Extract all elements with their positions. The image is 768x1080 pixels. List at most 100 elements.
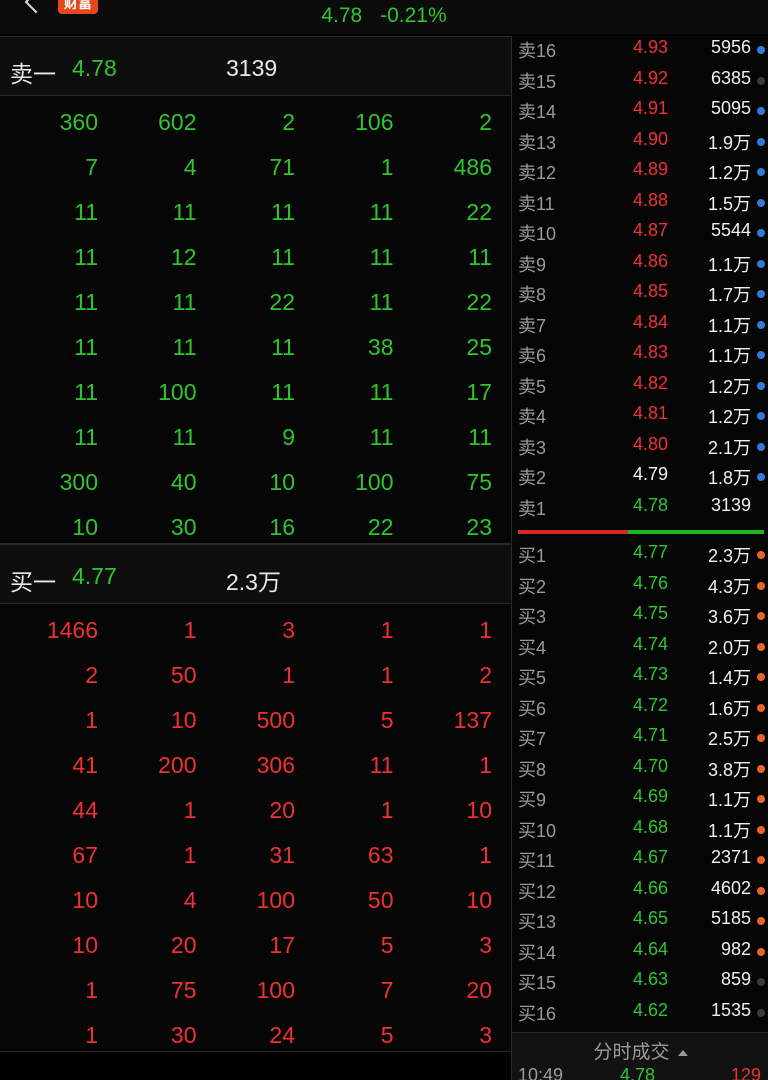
caret-up-icon [677,1049,688,1056]
sell-one-label: 卖一 [10,61,56,87]
ask-level-row[interactable]: 卖13 4.90 1.9万 [512,126,768,157]
queue-cell: 10 [269,469,295,495]
bid-level-row[interactable]: 买10 4.68 1.1万 [512,814,768,845]
queue-row: 67 1 31 63 1 [0,833,511,878]
ask-level-label: 卖3 [518,437,547,458]
bid-level-row[interactable]: 买3 4.75 3.6万 [512,600,768,631]
bid-level-row[interactable]: 买1 4.77 2.3万 [512,539,768,570]
queue-cell: 1 [479,617,492,643]
ask-level-row[interactable]: 卖5 4.82 1.2万 [512,370,768,401]
ask-level-row[interactable]: 卖16 4.93 5956 [512,34,768,65]
queue-cell: 20 [170,932,197,958]
queue-cell: 11 [74,334,98,360]
order-dot-icon [757,703,765,712]
queue-cell: 11 [74,244,98,270]
bid-level-row[interactable]: 买9 4.69 1.1万 [512,783,768,814]
bid-level-label: 买2 [518,576,547,597]
order-dot-icon [757,137,765,146]
order-dot-icon [757,734,765,742]
ask-level-volume: 5544 [710,220,751,240]
ask-level-volume: 1.7万 [707,285,751,305]
tick-price: 4.78 [620,1065,656,1080]
ask-level-price: 4.81 [632,403,668,423]
bid-level-label: 买16 [518,1003,557,1024]
bid-level-row[interactable]: 买11 4.67 2371 [512,844,768,875]
order-dot-icon [757,1008,765,1017]
queue-cell: 2 [282,109,295,135]
queue-cell: 1 [183,842,197,868]
queue-cell: 2 [479,109,492,135]
queue-cell: 9 [282,424,295,450]
bid-level-label: 买12 [518,881,557,902]
queue-cell: 38 [367,334,394,360]
tick-trades-section[interactable]: 分时成交 10:49 4.78 129 [512,1032,768,1080]
buy-one-header[interactable]: 买一 4.77 2.3万 [0,544,511,604]
queue-cell: 17 [466,379,492,405]
ask-level-row[interactable]: 卖6 4.83 1.1万 [512,339,768,370]
bid-level-price: 4.64 [632,938,668,959]
ask-level-label: 卖7 [518,315,547,336]
ask-level-row[interactable]: 卖2 4.79 1.8万 [512,461,768,492]
ask-level-row[interactable]: 卖14 4.91 5095 [512,95,768,126]
order-dot-icon [757,551,765,559]
ask-level-row[interactable]: 卖3 4.80 2.1万 [512,431,768,462]
top-bar: 财富 4.78 -0.21% [0,0,768,34]
ask-level-row[interactable]: 卖10 4.87 5544 [512,217,768,248]
queue-cell: 1 [282,662,295,688]
bid-level-row[interactable]: 买8 4.70 3.8万 [512,753,768,784]
queue-cell: 11 [271,244,295,270]
order-dot-icon [757,917,765,925]
ask-level-row[interactable]: 卖9 4.86 1.1万 [512,248,768,279]
tick-trades-title[interactable]: 分时成交 [512,1037,768,1064]
bid-level-row[interactable]: 买5 4.73 1.4万 [512,661,768,692]
queue-cell: 300 [59,469,98,495]
bid-level-price: 4.69 [632,786,668,806]
ask-level-row[interactable]: 卖7 4.84 1.1万 [512,309,768,340]
order-dot-icon [757,351,765,359]
bid-level-price: 4.71 [632,725,668,745]
ask-level-row[interactable]: 卖4 4.81 1.2万 [512,400,768,431]
bid-level-label: 买6 [518,698,547,719]
queue-cell: 1 [479,752,492,778]
ask-level-price: 4.88 [632,189,668,210]
queue-cell: 30 [170,514,197,540]
ask-level-label: 卖12 [518,163,557,183]
ask-level-row[interactable]: 卖12 4.89 1.2万 [512,156,768,187]
ask-level-row[interactable]: 卖8 4.85 1.7万 [512,278,768,309]
queue-cell: 1 [380,617,394,643]
queue-cell: 1 [479,842,492,868]
queue-cell: 11 [271,334,295,360]
order-dot-icon [757,229,765,237]
depth-panel: 卖16 4.93 5956 卖15 4.92 6385 卖14 4.91 5095 卖13 4.90… [511,36,768,1080]
sell-one-price: 4.78 [72,55,117,81]
ask-level-row[interactable]: 卖1 4.78 3139 [512,492,768,523]
sell-ratio-segment [518,530,628,534]
ask-level-row[interactable]: 卖11 4.88 1.5万 [512,187,768,218]
bid-level-row[interactable]: 买12 4.66 4602 [512,875,768,906]
buy-one-price: 4.77 [72,563,117,589]
queue-cell: 1 [380,662,394,688]
bid-level-row[interactable]: 买16 4.62 1535 [512,997,768,1028]
bid-level-row[interactable]: 买2 4.76 4.3万 [512,570,768,601]
queue-cell: 50 [170,662,197,688]
queue-row: 11 11 11 38 25 [0,325,511,370]
bid-level-row[interactable]: 买13 4.65 5185 [512,905,768,936]
bid-level-row[interactable]: 买14 4.64 982 [512,936,768,967]
bid-level-row[interactable]: 买4 4.74 2.0万 [512,631,768,662]
queue-cell: 12 [170,244,197,270]
queue-cell: 67 [72,842,98,868]
bid-level-row[interactable]: 买7 4.71 2.5万 [512,722,768,753]
bid-level-label: 买3 [518,607,547,627]
queue-row: 10 4 100 50 10 [0,878,511,923]
queue-cell: 200 [158,752,197,778]
ask-level-label: 卖16 [518,41,557,61]
queue-cell: 41 [72,752,98,778]
sell-one-header[interactable]: 卖一 4.78 3139 [0,36,511,96]
ask-level-label: 卖2 [518,468,547,488]
ask-level-row[interactable]: 卖15 4.92 6385 [512,65,768,96]
buy-queue-grid: 1466 1 3 1 1 2 50 1 1 2 1 10 500 5 137 41 200 306 11 1 44 1 20… [0,604,511,1052]
bid-level-row[interactable]: 买15 4.63 859 [512,966,768,997]
queue-cell: 11 [369,752,394,778]
queue-cell: 11 [172,199,197,225]
bid-level-row[interactable]: 买6 4.72 1.6万 [512,692,768,723]
